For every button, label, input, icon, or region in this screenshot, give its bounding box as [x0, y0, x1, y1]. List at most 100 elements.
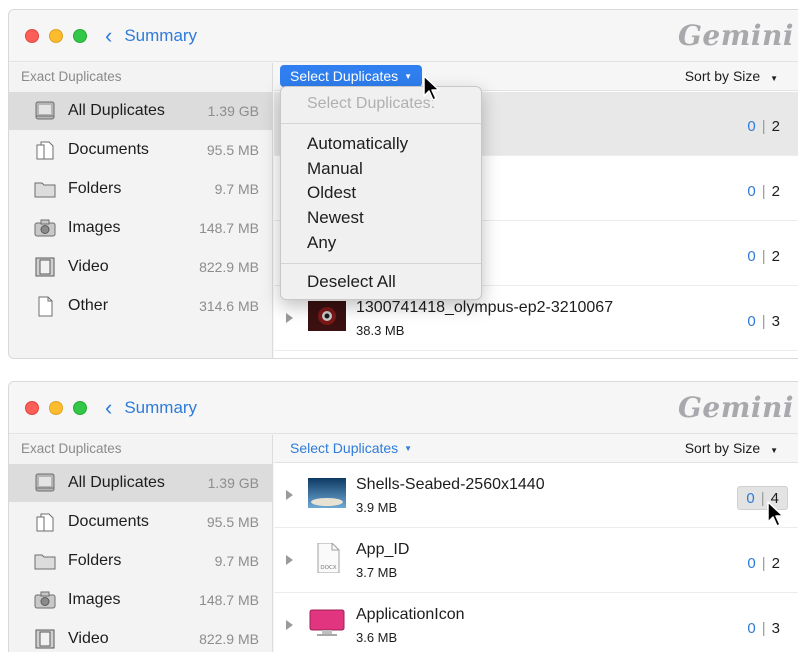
sidebar-item-documents[interactable]: Documents 95.5 MB [9, 503, 273, 541]
sidebar-item-label: Video [68, 630, 109, 647]
sidebar-item-label: Documents [68, 513, 149, 530]
count-separator: | [761, 182, 766, 200]
zoom-window-button[interactable] [73, 401, 87, 415]
count-separator: | [761, 312, 766, 330]
total-count: 2 [771, 117, 780, 135]
selected-count: 0 [747, 312, 756, 330]
sort-label: Sort by Size [684, 440, 761, 456]
selection-count[interactable]: 0 | 3 [739, 309, 788, 333]
back-button[interactable]: ‹ Summary [105, 24, 197, 48]
menu-item-manual[interactable]: Manual [307, 159, 363, 179]
count-separator: | [761, 554, 766, 572]
row-size: 38.3 MB [356, 323, 405, 338]
sidebar-item-video[interactable]: Video 822.9 MB [9, 620, 273, 652]
total-count: 2 [771, 182, 780, 200]
sidebar-item-label: Folders [68, 552, 122, 569]
menu-item-any[interactable]: Any [307, 233, 336, 253]
sort-by-size-button[interactable]: Sort by Size ▼ [685, 440, 778, 456]
selected-count: 0 [746, 489, 755, 507]
row-name: 1300741418_olympus-ep2-3210067 [356, 299, 614, 316]
selection-count[interactable]: 0 | 3 [739, 616, 788, 640]
stack-icon [35, 101, 55, 120]
chevron-left-icon: ‹ [105, 395, 113, 420]
docx-file-icon: DOCX [317, 543, 340, 573]
table-row[interactable]: Shells-Seabed-2560x1440 3.9 MB 0 | 4 [274, 464, 798, 528]
sidebar-item-size: 1.39 GB [207, 103, 259, 119]
back-label: Summary [124, 26, 198, 45]
menu-item-automatically[interactable]: Automatically [307, 134, 408, 154]
sidebar-item-label: Images [68, 219, 121, 236]
document-icon [36, 513, 54, 532]
back-button[interactable]: ‹ Summary [105, 396, 197, 420]
sidebar-item-folders[interactable]: Folders 9.7 MB [9, 542, 273, 580]
select-duplicates-button[interactable]: Select Duplicates ▼ [280, 437, 422, 459]
row-name: Shells-Seabed-2560x1440 [356, 476, 545, 493]
select-duplicates-menu: Select Duplicates: Automatically Manual … [280, 86, 482, 300]
docx-label: DOCX [320, 565, 336, 571]
selection-count[interactable]: 0 | 2 [739, 551, 788, 575]
title-bar: ‹ Summary Gemini [9, 10, 798, 62]
selection-count[interactable]: 0 | 2 [739, 114, 788, 138]
selected-count: 0 [747, 619, 756, 637]
disclosure-triangle-icon[interactable] [286, 313, 293, 323]
row-size: 3.6 MB [356, 630, 398, 645]
table-row[interactable]: ApplicationIcon 3.6 MB 0 | 3 [274, 594, 798, 652]
selection-count[interactable]: 0 | 2 [739, 244, 788, 268]
title-bar: ‹ Summary Gemini [9, 382, 798, 434]
total-count: 3 [771, 619, 780, 637]
zoom-window-button[interactable] [73, 29, 87, 43]
sort-by-size-button[interactable]: Sort by Size ▼ [685, 68, 778, 84]
application-icon [309, 609, 345, 636]
menu-item-newest[interactable]: Newest [307, 208, 364, 228]
menu-item-oldest[interactable]: Oldest [307, 183, 356, 203]
sidebar-item-video[interactable]: Video 822.9 MB [9, 248, 273, 286]
disclosure-triangle-icon[interactable] [286, 490, 293, 500]
sidebar-item-images[interactable]: Images 148.7 MB [9, 209, 273, 247]
list-toolbar: Select Duplicates ▼ Sort by Size ▼ [274, 435, 798, 463]
mouse-cursor-icon [423, 75, 440, 101]
folder-icon [34, 182, 56, 198]
select-duplicates-button[interactable]: Select Duplicates ▼ [280, 65, 423, 87]
sidebar: Exact Duplicates All Duplicates 1.39 GB … [9, 63, 273, 358]
menu-header: Select Duplicates: [307, 95, 436, 112]
minimize-window-button[interactable] [49, 29, 63, 43]
selection-count[interactable]: 0 | 2 [739, 179, 788, 203]
sidebar-item-label: Folders [68, 180, 122, 197]
count-separator: | [760, 489, 765, 507]
sidebar-item-size: 822.9 MB [199, 631, 259, 647]
image-thumbnail [308, 301, 346, 331]
sidebar-item-images[interactable]: Images 148.7 MB [9, 581, 273, 619]
caret-down-icon: ▼ [770, 446, 778, 455]
sidebar-item-all-duplicates[interactable]: All Duplicates 1.39 GB [9, 464, 273, 502]
mouse-cursor-icon [767, 501, 784, 527]
document-icon [36, 141, 54, 160]
close-window-button[interactable] [25, 29, 39, 43]
sidebar-item-size: 9.7 MB [214, 553, 259, 569]
sidebar-item-folders[interactable]: Folders 9.7 MB [9, 170, 273, 208]
sidebar-item-size: 822.9 MB [199, 259, 259, 275]
caret-down-icon: ▼ [404, 71, 413, 81]
film-icon [35, 257, 55, 277]
disclosure-triangle-icon[interactable] [286, 555, 293, 565]
image-thumbnail [308, 478, 346, 508]
brand-logo: Gemini [678, 391, 794, 424]
caret-down-icon: ▼ [404, 443, 413, 453]
sidebar-item-label: Video [68, 258, 109, 275]
sidebar-item-label: All Duplicates [68, 474, 165, 491]
sidebar-item-label: All Duplicates [68, 102, 165, 119]
sidebar-item-size: 95.5 MB [206, 514, 259, 530]
menu-divider [281, 263, 481, 264]
table-row[interactable]: DOCX App_ID 3.7 MB 0 | 2 [274, 529, 798, 593]
row-size: 3.9 MB [356, 500, 398, 515]
menu-item-deselect-all[interactable]: Deselect All [307, 272, 396, 292]
disclosure-triangle-icon[interactable] [286, 620, 293, 630]
stack-icon [35, 473, 55, 492]
caret-down-icon: ▼ [770, 74, 778, 83]
sidebar-item-documents[interactable]: Documents 95.5 MB [9, 131, 273, 169]
minimize-window-button[interactable] [49, 401, 63, 415]
camera-icon [34, 219, 56, 237]
row-name: ApplicationIcon [356, 606, 465, 623]
sidebar-item-all-duplicates[interactable]: All Duplicates 1.39 GB [9, 92, 273, 130]
close-window-button[interactable] [25, 401, 39, 415]
sidebar-item-other[interactable]: Other 314.6 MB [9, 287, 273, 325]
